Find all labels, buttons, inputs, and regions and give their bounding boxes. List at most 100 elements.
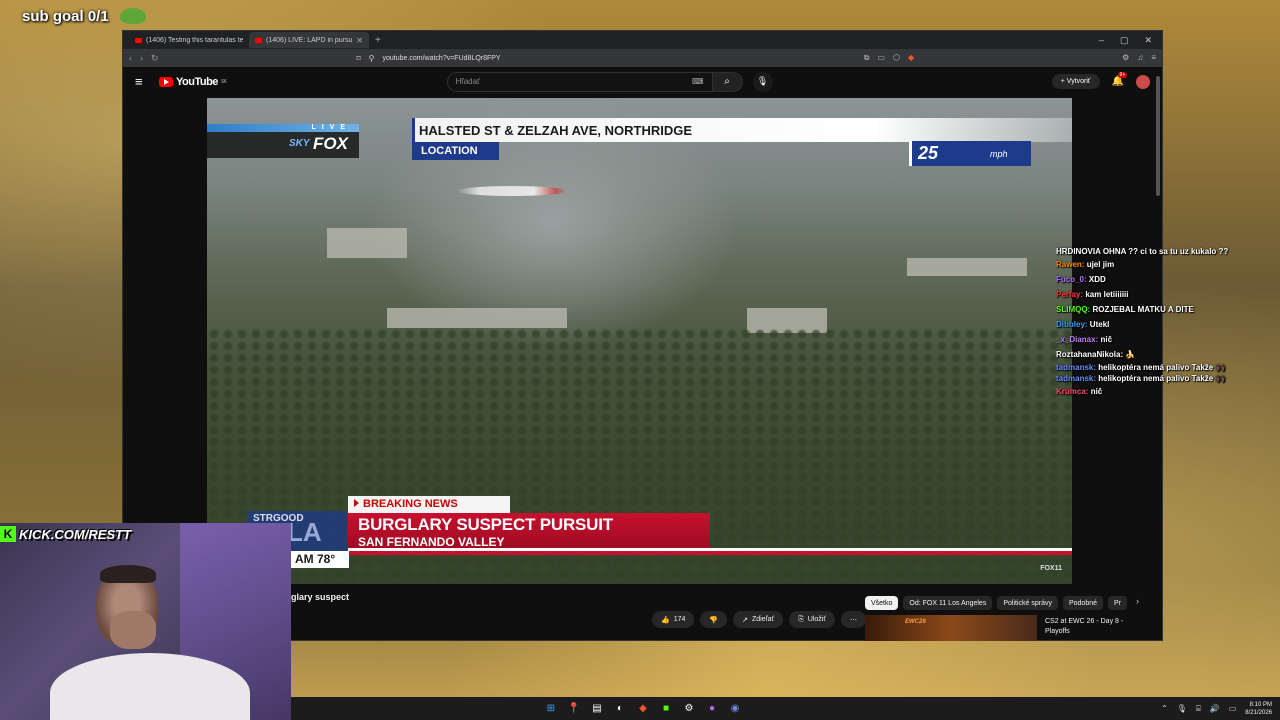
chat-username[interactable]: SLIMQQ: [1056,305,1090,314]
country-code: SK [220,78,227,85]
new-tab-button[interactable]: + [369,35,387,46]
logo-text: YouTube [176,75,218,88]
chat-username[interactable]: _x_Dianax: [1056,335,1098,344]
youtube-logo[interactable]: YouTube SK [159,76,227,88]
chat-username[interactable]: Krumca: [1056,387,1088,396]
create-button[interactable]: + Vytvoriť [1051,74,1100,89]
headline-text: BURGLARY SUSPECT PURSUIT [358,515,613,534]
back-icon[interactable]: ‹ [129,53,132,63]
hamburger-menu-icon[interactable]: ≡ [135,74,159,89]
notifications-bell-icon[interactable]: 🔔 9+ [1112,72,1128,87]
chat-message: tadmansk: helikoptéra nemá palivo Takže … [1056,373,1278,384]
more-actions-button[interactable]: ⋯ [840,611,866,628]
obs-icon[interactable]: ● [706,703,718,715]
close-tab-icon[interactable]: ✕ [356,36,363,45]
bookmark-icon[interactable]: ⌑ [357,54,361,63]
header-actions: + Vytvoriť 🔔 9+ [1051,72,1150,89]
minimize-button[interactable]: – [1099,35,1104,46]
chat-username[interactable]: Perfay: [1056,290,1083,299]
chip-more[interactable]: Pr [1108,596,1127,610]
save-button[interactable]: ⎘ Uložiť [789,611,835,628]
location-label: LOCATION [415,142,499,160]
chip-from-fox11[interactable]: Od: FOX 11 Los Angeles [903,596,993,610]
taskbar-apps: ⊞ 📍 ▤ ◐ ◆ ■ ⚙ ● ◉ [545,703,741,715]
kick-app-icon[interactable]: ■ [660,703,672,715]
building-shape [327,228,407,258]
building-shape [387,308,567,328]
keyboard-icon[interactable]: ⌨ [692,77,704,86]
video-actions: 👍 174 👎 ↗ Zdieľať ⎘ Uložiť ⋯ [652,611,866,628]
like-button[interactable]: 👍 174 [652,611,695,628]
chat-username[interactable]: tadmansk: [1056,374,1096,383]
chip-political[interactable]: Politické správy [997,596,1058,610]
show-la: LA [287,517,322,547]
chip-all[interactable]: Všetko [865,596,899,610]
search-box[interactable]: Hľadať ⌨ [446,71,713,92]
media-icon[interactable]: ♫ [1137,53,1143,63]
chip-similar[interactable]: Podobné [1062,596,1103,610]
chat-username[interactable]: Dibbley: [1056,320,1088,329]
chat-text: XDD [1088,275,1106,284]
chat-message: Dibbley: Utekl [1056,317,1278,332]
app-icon[interactable]: ◐ [614,703,626,715]
site-info-icon[interactable]: ⚲ [369,54,375,63]
cast-icon[interactable]: ▭ [877,53,885,63]
chat-username[interactable]: HRDINOVIA OHNA ?? ci to sa tu uz kukalo … [1056,247,1228,256]
recommended-title[interactable]: CS2 at EWC 26 - Day 8 - Playoffs [1045,617,1145,637]
clock-time: 8:10 PM [1249,701,1272,708]
chat-text: nič [1100,335,1113,344]
breaking-news-label: BREAKING NEWS [348,496,510,513]
youtube-favicon-icon [135,37,142,43]
url-field[interactable]: youtube.com/watch?v=FUd8LQr8FPY [383,55,501,62]
menu-icon[interactable]: ≡ [1151,53,1156,63]
mic-tray-icon[interactable]: 🎙 [1177,704,1187,713]
tab-lapd-pursuit[interactable]: (1406) LIVE: LAPD in pursuit o ✕ [249,32,369,48]
wallet-icon[interactable]: ⚙ [1122,53,1129,63]
microphone-icon[interactable]: 🎙 [752,71,773,92]
settings-icon[interactable]: ⚙ [683,703,695,715]
video-player[interactable]: LIVE SKY FOX HALSTED ST & ZELZAH AVE, NO… [207,98,1072,584]
chat-username[interactable]: tadmansk: [1056,363,1096,372]
address-actions: ⧉ ▭ ⬡ ◆ ⚙ ♫ ≡ [864,53,1156,63]
lower-third-stripe [348,551,1072,555]
chat-message: tadmansk: helikoptéra nemá palivo Takže … [1056,362,1278,373]
clock[interactable]: 8:10 PM 8/21/2026 [1245,701,1272,717]
brave-shield-icon[interactable]: ◆ [908,53,914,63]
play-triangle-icon [354,499,359,507]
stream-chat: HRDINOVIA OHNA ?? ci to sa tu uz kukalo … [1056,246,1278,399]
reload-icon[interactable]: ↻ [151,53,159,64]
account-avatar[interactable] [1136,74,1150,89]
windows-start-icon[interactable]: ⊞ [545,703,557,715]
volume-icon[interactable]: 🔊 [1210,704,1220,713]
tab-tarantula[interactable]: (1406) Testing this tarantulas tempe [129,32,249,48]
discord-icon[interactable]: ◉ [729,703,741,715]
chat-message: HRDINOVIA OHNA ?? ci to sa tu uz kukalo … [1056,246,1278,257]
scrollbar[interactable] [1156,76,1160,196]
pin-app-icon[interactable]: 📍 [568,703,580,715]
battery-icon[interactable]: ▭ [1229,704,1237,713]
chat-username[interactable]: Fuco_0: [1056,275,1087,284]
chat-username[interactable]: RoztahanaNikola: [1056,350,1123,359]
chat-message: SLIMQQ: ROZJEBAL MATKU A DITE [1056,302,1278,317]
network-icon[interactable]: ⌸ [1196,704,1201,714]
explorer-icon[interactable]: ▤ [591,703,603,715]
share-button[interactable]: ↗ Zdieľať [733,611,784,628]
chevron-right-icon[interactable]: › [1132,596,1139,610]
maximize-button[interactable]: ▢ [1120,35,1129,46]
search-button[interactable]: ⌕ [712,71,743,92]
recommended-thumbnail[interactable]: EWC26 [865,615,1037,641]
brave-icon[interactable]: ◆ [637,703,649,715]
skyfox-bug: LIVE SKY FOX [207,124,359,158]
forward-icon[interactable]: › [140,53,143,63]
location-text: HALSTED ST & ZELZAH AVE, NORTHRIDGE [419,123,692,138]
tab-bar: (1406) Testing this tarantulas tempe (14… [123,31,1162,49]
chevron-up-icon[interactable]: ⌃ [1161,704,1168,713]
fox11-bug: FOX11 [1040,565,1062,572]
youtube-favicon-icon [255,37,262,43]
extension-icon[interactable]: ⬡ [893,53,900,63]
translate-icon[interactable]: ⧉ [864,53,870,63]
chat-username[interactable]: Rawen: [1056,260,1084,269]
close-window-button[interactable]: ✕ [1144,35,1152,46]
dislike-button[interactable]: 👎 [700,611,728,628]
chat-text: ujel jim [1086,260,1115,269]
